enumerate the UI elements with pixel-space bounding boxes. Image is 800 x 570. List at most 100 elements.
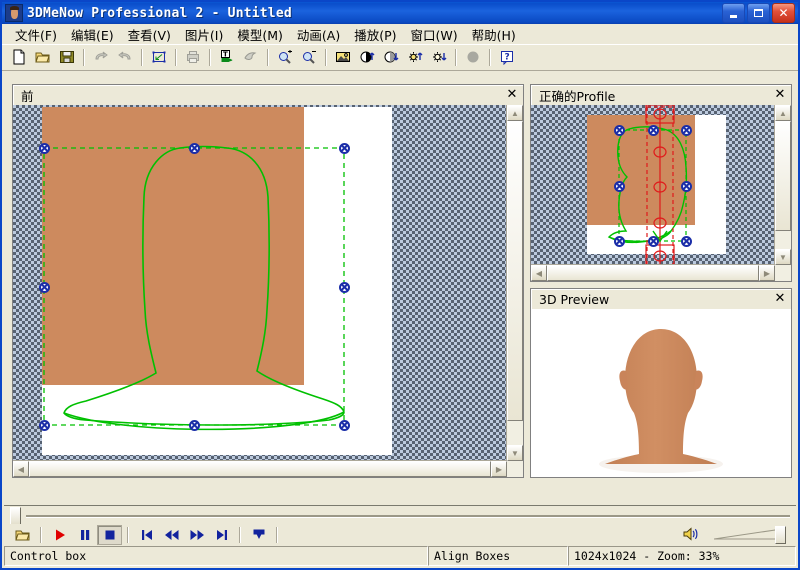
front-hscroll-thumb[interactable] (29, 461, 491, 477)
profile-handle-bottom-left[interactable] (613, 235, 625, 247)
sphere-icon[interactable] (461, 46, 485, 68)
menu-edit[interactable]: 编辑(E) (64, 23, 121, 46)
menu-view[interactable]: 查看(V) (121, 23, 178, 46)
profile-handle-bottom-right[interactable] (680, 235, 692, 247)
handle-top-center[interactable] (188, 142, 200, 154)
scroll-up-arrow-icon[interactable]: ▲ (507, 105, 523, 121)
brightness-down-icon[interactable] (427, 46, 451, 68)
menu-help[interactable]: 帮助(H) (465, 23, 523, 46)
maximize-button[interactable] (747, 3, 770, 23)
scroll-down-arrow-icon[interactable]: ▼ (507, 445, 523, 461)
volume-slider[interactable] (714, 525, 786, 545)
handle-middle-left[interactable] (38, 281, 50, 293)
save-disk-icon[interactable] (55, 46, 79, 68)
scroll-right-arrow-icon[interactable]: ▶ (491, 461, 507, 477)
playback-separator (239, 527, 241, 543)
profile-panel-close-icon[interactable]: ✕ (773, 88, 787, 101)
toolbar-separator (141, 48, 143, 66)
front-vertical-scrollbar[interactable]: ▲ ▼ (506, 105, 523, 461)
menu-model[interactable]: 模型(M) (230, 23, 290, 46)
toolbar-separator (175, 48, 177, 66)
window-title: 3DMeNow Professional 2 - Untitled (27, 5, 292, 21)
handle-top-right[interactable] (338, 142, 350, 154)
front-panel-close-icon[interactable]: ✕ (505, 88, 519, 101)
close-button[interactable]: ✕ (772, 3, 795, 23)
first-frame-button[interactable] (134, 525, 159, 545)
handle-bottom-center[interactable] (188, 419, 200, 431)
main-toolbar: T ? (2, 44, 798, 71)
rewind-button[interactable] (159, 525, 184, 545)
scroll-up-arrow-icon[interactable]: ▲ (775, 105, 791, 121)
scroll-down-arrow-icon[interactable]: ▼ (775, 249, 791, 265)
handle-bottom-right[interactable] (338, 419, 350, 431)
timeline-thumb[interactable] (10, 507, 21, 525)
loop-button[interactable] (246, 525, 271, 545)
profile-handle-top-center[interactable] (647, 124, 659, 136)
profile-handle-top-right[interactable] (680, 124, 692, 136)
title-bar: 3DMeNow Professional 2 - Untitled ✕ (2, 2, 798, 24)
menu-file[interactable]: 文件(F) (8, 23, 64, 46)
front-canvas[interactable]: ▲ ▼ ◀ ▶ (13, 105, 523, 477)
preview-panel-header: 3D Preview ✕ (531, 289, 791, 310)
menu-play[interactable]: 播放(P) (347, 23, 403, 46)
playback-separator (127, 527, 129, 543)
play-button[interactable] (47, 525, 72, 545)
profile-panel-header: 正确的Profile ✕ (531, 85, 791, 106)
handle-middle-right[interactable] (338, 281, 350, 293)
profile-vertical-scrollbar[interactable]: ▲ ▼ (774, 105, 791, 265)
status-message: Control box (4, 546, 428, 566)
minimize-button[interactable] (722, 3, 745, 23)
status-zoom-info: 1024x1024 - Zoom: 33% (568, 546, 796, 566)
volume-slider-thumb[interactable] (775, 526, 786, 544)
zoom-in-icon[interactable] (273, 46, 297, 68)
speaker-icon[interactable] (682, 526, 700, 545)
preview-panel-title: 3D Preview (539, 291, 610, 307)
image-icon[interactable] (331, 46, 355, 68)
print-icon[interactable] (181, 46, 205, 68)
help-icon[interactable]: ? (495, 46, 519, 68)
profile-handle-middle-right[interactable] (680, 180, 692, 192)
contrast-up-icon[interactable] (355, 46, 379, 68)
toolbar-separator (267, 48, 269, 66)
profile-handle-bottom-center[interactable] (647, 235, 659, 247)
handle-top-left[interactable] (38, 142, 50, 154)
timeline-bar[interactable] (4, 505, 796, 526)
menu-bar: 文件(F) 编辑(E) 查看(V) 图片(I) 模型(M) 动画(A) 播放(P… (2, 24, 798, 44)
open-animation-button[interactable] (10, 525, 35, 545)
profile-handle-top-left[interactable] (613, 124, 625, 136)
scroll-left-arrow-icon[interactable]: ◀ (13, 461, 29, 477)
fast-forward-button[interactable] (184, 525, 209, 545)
front-horizontal-scrollbar[interactable]: ◀ ▶ (13, 460, 507, 477)
scroll-left-arrow-icon[interactable]: ◀ (531, 265, 547, 281)
open-folder-icon[interactable] (31, 46, 55, 68)
profile-canvas[interactable]: ▲ ▼ ◀ ▶ (531, 105, 791, 281)
fit-to-window-icon[interactable] (147, 46, 171, 68)
undo-arrow-icon[interactable] (89, 46, 113, 68)
zoom-out-icon[interactable] (297, 46, 321, 68)
scroll-right-arrow-icon[interactable]: ▶ (759, 265, 775, 281)
profile-vscroll-thumb[interactable] (775, 121, 791, 231)
menu-animation[interactable]: 动画(A) (290, 23, 347, 46)
preview-canvas[interactable] (531, 309, 791, 477)
preview-panel-close-icon[interactable]: ✕ (773, 292, 787, 305)
timeline-track[interactable] (26, 515, 790, 518)
morph-icon[interactable] (239, 46, 263, 68)
profile-hscroll-thumb[interactable] (547, 265, 759, 281)
brightness-up-icon[interactable] (403, 46, 427, 68)
pause-button[interactable] (72, 525, 97, 545)
toolbar-separator (325, 48, 327, 66)
svg-text:?: ? (505, 53, 510, 63)
contrast-down-icon[interactable] (379, 46, 403, 68)
menu-picture[interactable]: 图片(I) (178, 23, 230, 46)
profile-handle-middle-left[interactable] (613, 180, 625, 192)
profile-scroll-corner (775, 265, 791, 281)
profile-horizontal-scrollbar[interactable]: ◀ ▶ (531, 264, 775, 281)
last-frame-button[interactable] (209, 525, 234, 545)
menu-window[interactable]: 窗口(W) (404, 23, 465, 46)
stop-button[interactable] (97, 525, 122, 545)
front-vscroll-thumb[interactable] (507, 121, 523, 421)
apply-texture-icon[interactable]: T (215, 46, 239, 68)
redo-arrow-icon[interactable] (113, 46, 137, 68)
new-document-icon[interactable] (7, 46, 31, 68)
handle-bottom-left[interactable] (38, 419, 50, 431)
